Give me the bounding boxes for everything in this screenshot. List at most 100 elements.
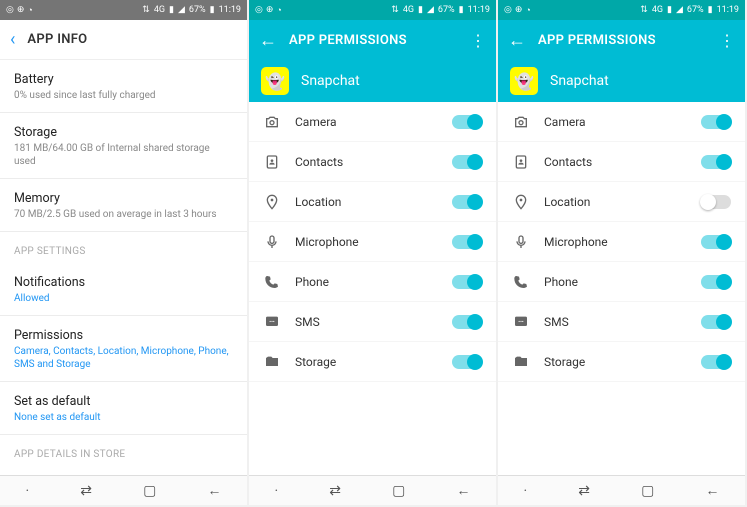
toggle-contacts[interactable] [701, 155, 731, 169]
toggle-microphone[interactable] [701, 235, 731, 249]
toggle-contacts[interactable] [452, 155, 482, 169]
perm-label: Microphone [295, 235, 438, 249]
perm-row-microphone: Microphone [249, 222, 496, 262]
perm-row-camera: Camera [249, 102, 496, 142]
perm-label: Location [295, 195, 438, 209]
perm-label: Contacts [544, 155, 687, 169]
status-bar: ◎⊕◔ ⇅4G▮◢ 67%▮ 11:19 [249, 0, 496, 20]
page-title: APP PERMISSIONS [289, 33, 407, 48]
toggle-storage[interactable] [452, 355, 482, 369]
perm-label: SMS [295, 315, 438, 329]
nav-dot[interactable]: · [275, 483, 279, 499]
perm-row-camera: Camera [498, 102, 745, 142]
nav-dot[interactable]: · [26, 483, 30, 499]
mic-icon [263, 234, 281, 250]
perm-row-sms: ••• SMS [249, 302, 496, 342]
page-title: APP INFO [27, 32, 87, 47]
perm-row-location: Location [498, 182, 745, 222]
section-app-settings: APP SETTINGS [0, 232, 247, 263]
toggle-location[interactable] [701, 195, 731, 209]
nav-dot[interactable]: · [524, 483, 528, 499]
phone-icon [263, 274, 281, 290]
sms-icon: ••• [512, 314, 530, 330]
svg-text:•••: ••• [518, 319, 524, 325]
status-bar: ◎⊕◔ ⇅4G▮◢ 67% ▮ 11:19 [0, 0, 247, 20]
nav-home-icon[interactable]: ▢ [641, 483, 654, 499]
toggle-phone[interactable] [452, 275, 482, 289]
perm-row-sms: ••• SMS [498, 302, 745, 342]
perm-row-phone: Phone [498, 262, 745, 302]
nav-home-icon[interactable]: ▢ [143, 483, 156, 499]
row-notifications[interactable]: NotificationsAllowed [0, 263, 247, 316]
perm-label: Storage [295, 355, 438, 369]
perm-label: Phone [544, 275, 687, 289]
back-icon[interactable]: ← [259, 30, 277, 51]
back-icon[interactable]: ← [508, 30, 526, 51]
storage-icon [263, 354, 281, 370]
phone-icon [512, 274, 530, 290]
perm-row-contacts: Contacts [498, 142, 745, 182]
camera-icon [263, 114, 281, 130]
snapchat-icon: 👻 [510, 67, 538, 95]
nav-bar: · ⇄ ▢ ← [498, 475, 745, 505]
overflow-menu-icon[interactable]: ⋮ [470, 31, 486, 50]
perm-row-phone: Phone [249, 262, 496, 302]
contacts-icon [263, 154, 281, 170]
mic-icon [512, 234, 530, 250]
app-band: 👻 Snapchat [249, 60, 496, 102]
row-set-as-default[interactable]: Set as defaultNone set as default [0, 382, 247, 435]
row-storage[interactable]: Storage181 MB/64.00 GB of Internal share… [0, 113, 247, 179]
nav-bar: · ⇄ ▢ ← [249, 475, 496, 505]
perm-row-microphone: Microphone [498, 222, 745, 262]
permissions-list: Camera Contacts Location Microphone Phone •••… [498, 102, 745, 475]
toggle-camera[interactable] [701, 115, 731, 129]
sms-icon: ••• [263, 314, 281, 330]
permissions-list: CameraContacts Location Microphone Phone •••… [249, 102, 496, 475]
perm-row-storage: Storage [249, 342, 496, 382]
toggle-sms[interactable] [452, 315, 482, 329]
header: ‹ APP INFO [0, 20, 247, 60]
nav-recents-icon[interactable]: ⇄ [578, 483, 590, 499]
perm-row-storage: Storage [498, 342, 745, 382]
perm-row-contacts: Contacts [249, 142, 496, 182]
toggle-sms[interactable] [701, 315, 731, 329]
perm-label: Phone [295, 275, 438, 289]
nav-back-icon[interactable]: ← [705, 482, 719, 499]
status-bar: ◎⊕◔ ⇅4G▮◢ 67%▮ 11:19 [498, 0, 745, 20]
snapchat-icon: 👻 [261, 67, 289, 95]
nav-bar: · ⇄ ▢ ← [0, 475, 247, 505]
row-memory[interactable]: Memory70 MB/2.5 GB used on average in la… [0, 179, 247, 232]
nav-back-icon[interactable]: ← [456, 482, 470, 499]
back-icon[interactable]: ‹ [10, 29, 15, 50]
screen-permissions-all-on: ◎⊕◔ ⇅4G▮◢ 67%▮ 11:19 ← APP PERMISSIONS ⋮… [249, 0, 496, 505]
nav-home-icon[interactable]: ▢ [392, 483, 405, 499]
nav-recents-icon[interactable]: ⇄ [80, 483, 92, 499]
app-name: Snapchat [301, 73, 360, 89]
nav-recents-icon[interactable]: ⇄ [329, 483, 341, 499]
location-icon [512, 194, 530, 210]
screen-app-info: ◎⊕◔ ⇅4G▮◢ 67% ▮ 11:19 ‹ APP INFO Battery… [0, 0, 247, 505]
header: ← APP PERMISSIONS ⋮ [249, 20, 496, 60]
app-name: Snapchat [550, 73, 609, 89]
row-permissions[interactable]: PermissionsCamera, Contacts, Location, M… [0, 316, 247, 382]
nav-back-icon[interactable]: ← [207, 482, 221, 499]
row-app-details[interactable]: App details in store App downloaded from… [0, 466, 247, 475]
toggle-camera[interactable] [452, 115, 482, 129]
content: Battery0% used since last fully chargedS… [0, 60, 247, 475]
header: ← APP PERMISSIONS ⋮ [498, 20, 745, 60]
perm-label: Camera [544, 115, 687, 129]
toggle-microphone[interactable] [452, 235, 482, 249]
perm-label: Microphone [544, 235, 687, 249]
storage-icon [512, 354, 530, 370]
toggle-phone[interactable] [701, 275, 731, 289]
toggle-storage[interactable] [701, 355, 731, 369]
row-battery[interactable]: Battery0% used since last fully charged [0, 60, 247, 113]
perm-label: SMS [544, 315, 687, 329]
app-band: 👻 Snapchat [498, 60, 745, 102]
perm-label: Location [544, 195, 687, 209]
location-icon [263, 194, 281, 210]
perm-label: Storage [544, 355, 687, 369]
toggle-location[interactable] [452, 195, 482, 209]
overflow-menu-icon[interactable]: ⋮ [719, 31, 735, 50]
contacts-icon [512, 154, 530, 170]
